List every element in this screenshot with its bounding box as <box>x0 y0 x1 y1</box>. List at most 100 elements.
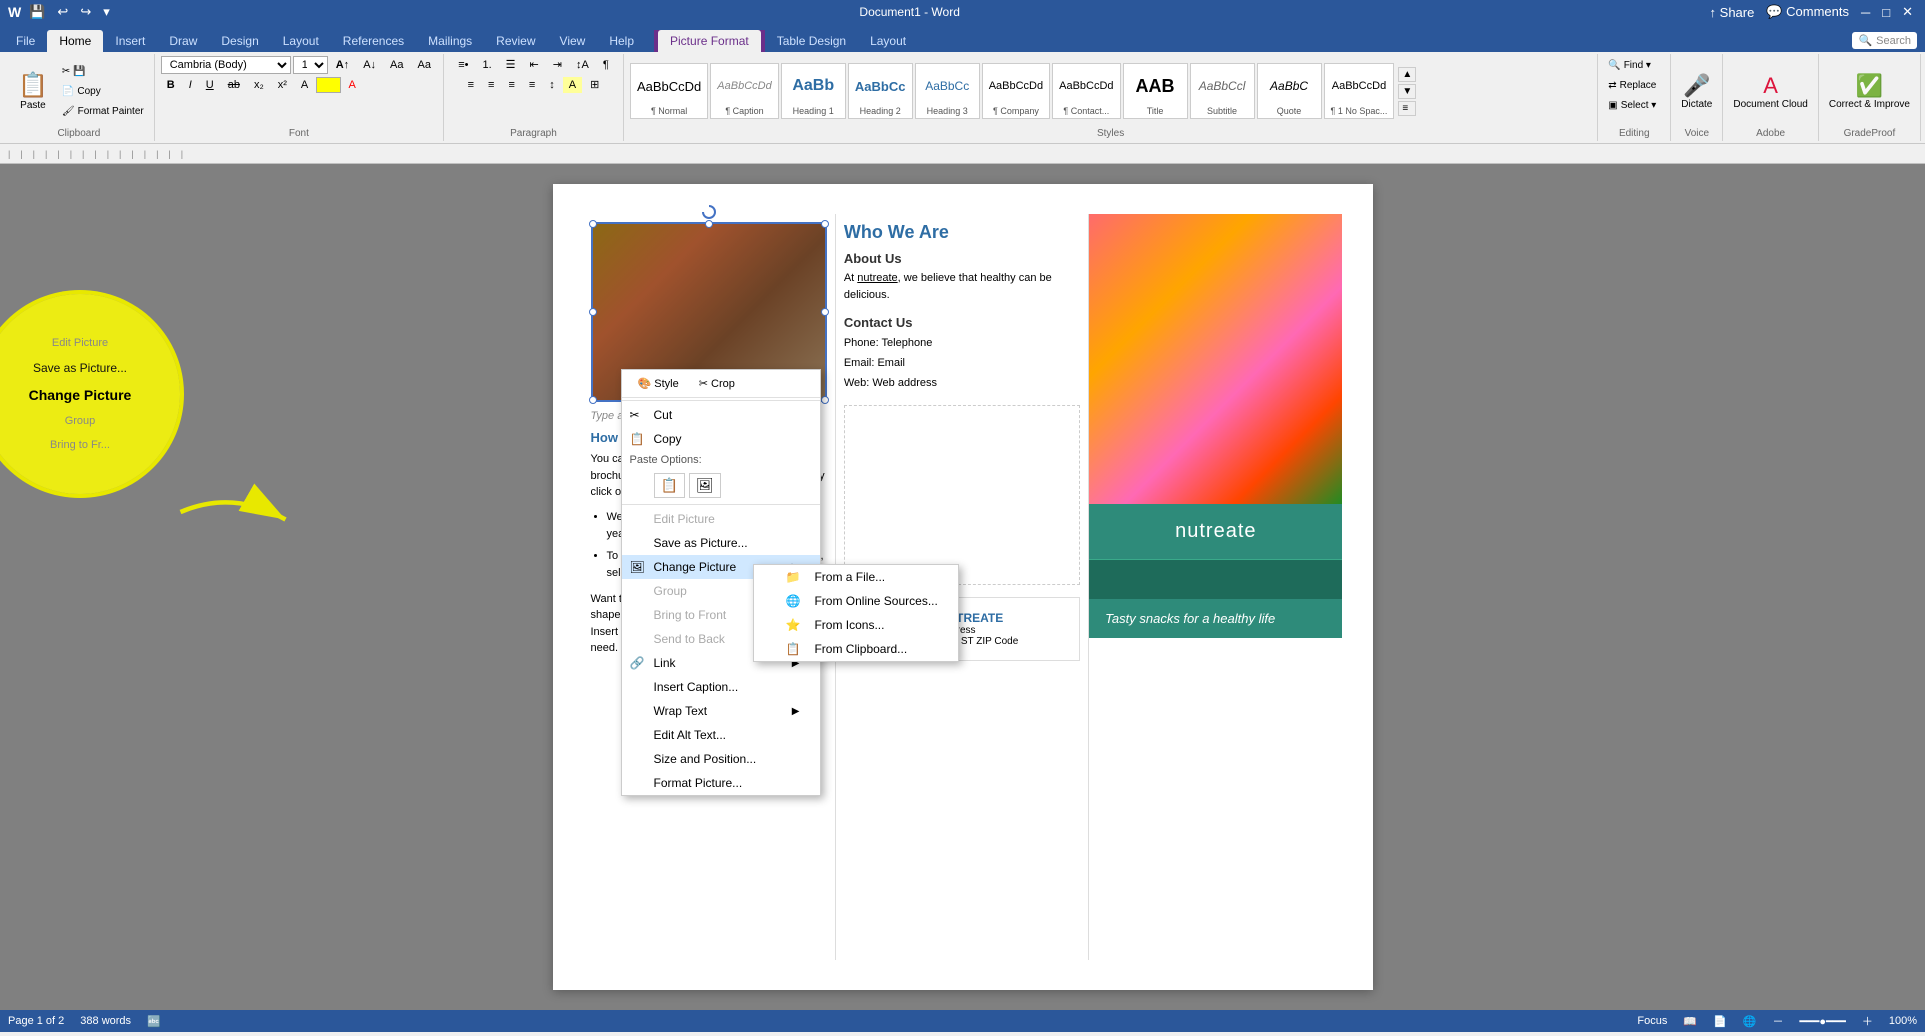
size-position-menu-item[interactable]: Size and Position... <box>622 747 820 771</box>
line-spacing-btn[interactable]: ↕ <box>543 77 561 93</box>
handle-tr[interactable] <box>821 220 829 228</box>
style-normal[interactable]: AaBbCcDd ¶ Normal <box>630 63 708 119</box>
justify-btn[interactable]: ≡ <box>523 77 541 93</box>
tab-layout[interactable]: Layout <box>271 30 331 52</box>
select-btn[interactable]: ▣Select ▾ <box>1604 96 1664 114</box>
tab-table-design[interactable]: Table Design <box>765 30 858 52</box>
correct-improve-btn[interactable]: ✅ Correct & Improve <box>1825 61 1914 121</box>
cut-btn[interactable]: ✂ 💾 <box>58 62 148 80</box>
font-name-select[interactable]: Cambria (Body) <box>161 56 291 74</box>
paste-keep-source[interactable]: 📋 <box>654 473 685 498</box>
font-size-select[interactable]: 11 <box>293 56 328 74</box>
redo-qat-btn[interactable]: ↪ <box>76 2 95 22</box>
dictate-btn[interactable]: 🎤 Dictate <box>1677 61 1716 121</box>
style-title[interactable]: AAB Title <box>1123 63 1188 119</box>
share-btn[interactable]: ↑ Share <box>1706 3 1759 22</box>
shading-btn[interactable]: A <box>563 77 582 93</box>
web-layout-btn[interactable]: 🌐 <box>1743 1015 1757 1028</box>
close-btn[interactable]: ✕ <box>1898 2 1917 22</box>
tab-review[interactable]: Review <box>484 30 547 52</box>
insert-caption-menu-item[interactable]: Insert Caption... <box>622 675 820 699</box>
decrease-indent-btn[interactable]: ⇤ <box>524 56 545 73</box>
tab-mailings[interactable]: Mailings <box>416 30 484 52</box>
zoom-in-btn[interactable]: ＋ <box>1862 1013 1873 1029</box>
style-quote[interactable]: AaBbC Quote <box>1257 63 1322 119</box>
handle-tl[interactable] <box>589 220 597 228</box>
style-caption[interactable]: AaBbCcDd ¶ Caption <box>710 63 778 119</box>
wrap-text-menu-item[interactable]: Wrap Text ▶ <box>622 699 820 723</box>
read-mode-btn[interactable]: 📖 <box>1683 1015 1697 1028</box>
underline-btn[interactable]: U <box>200 77 220 93</box>
tab-picture-format[interactable]: Picture Format <box>658 30 761 52</box>
show-hide-btn[interactable]: ¶ <box>597 57 615 73</box>
increase-indent-btn[interactable]: ⇥ <box>547 56 568 73</box>
copy-btn[interactable]: 📄 Copy <box>58 82 148 100</box>
from-online-item[interactable]: 🌐 From Online Sources... <box>754 589 958 613</box>
format-picture-menu-item[interactable]: Format Picture... <box>622 771 820 795</box>
paste-picture[interactable]: 🖼 <box>689 473 721 498</box>
comments-btn[interactable]: 💬 Comments <box>1762 2 1853 22</box>
font-grow-btn[interactable]: A↑ <box>330 57 355 73</box>
handle-br[interactable] <box>821 396 829 404</box>
text-highlight-btn[interactable]: ab <box>316 77 340 93</box>
align-center-btn[interactable]: ≡ <box>482 77 500 93</box>
tab-help[interactable]: Help <box>597 30 646 52</box>
font-shrink-btn[interactable]: A↓ <box>357 57 382 73</box>
cut-menu-item[interactable]: ✂ Cut <box>622 403 820 427</box>
tab-view[interactable]: View <box>548 30 598 52</box>
italic-btn[interactable]: I <box>183 77 198 93</box>
circle-change-picture[interactable]: Change Picture <box>0 381 160 409</box>
zoom-slider[interactable]: ━━━●━━━ <box>1799 1015 1845 1028</box>
find-btn[interactable]: 🔍Find ▾ <box>1604 56 1664 74</box>
paste-btn[interactable]: 📋 Paste <box>10 61 56 121</box>
handle-ml[interactable] <box>589 308 597 316</box>
document-cloud-btn[interactable]: A Document Cloud <box>1729 61 1811 121</box>
maximize-btn[interactable]: □ <box>1878 3 1894 22</box>
numbering-btn[interactable]: 1. <box>476 57 497 73</box>
search-box[interactable]: 🔍 Search <box>1852 32 1917 49</box>
align-right-btn[interactable]: ≡ <box>502 77 520 93</box>
from-file-item[interactable]: 📁 From a File... <box>754 565 958 589</box>
crop-header-btn[interactable]: ✂ Crop <box>691 374 743 393</box>
strikethrough-btn[interactable]: ab <box>222 77 246 93</box>
style-heading2[interactable]: AaBbCc Heading 2 <box>848 63 913 119</box>
print-layout-btn[interactable]: 📄 <box>1713 1015 1727 1028</box>
edit-picture-menu-item[interactable]: Edit Picture <box>622 507 820 531</box>
focus-btn[interactable]: Focus <box>1637 1015 1667 1027</box>
bold-btn[interactable]: B <box>161 77 181 93</box>
bullets-btn[interactable]: ≡• <box>452 57 474 73</box>
sort-btn[interactable]: ↕A <box>570 57 595 73</box>
borders-btn[interactable]: ⊞ <box>584 76 605 93</box>
style-company[interactable]: AaBbCcDd ¶ Company <box>982 63 1050 119</box>
font-color-btn[interactable]: A <box>343 77 362 93</box>
tab-design[interactable]: Design <box>209 30 270 52</box>
text-case-btn[interactable]: Aa <box>412 57 437 73</box>
zoom-out-btn[interactable]: － <box>1772 1013 1783 1029</box>
from-clipboard-item[interactable]: 📋 From Clipboard... <box>754 637 958 661</box>
save-as-picture-menu-item[interactable]: Save as Picture... <box>622 531 820 555</box>
style-header-btn[interactable]: 🎨 Style <box>630 374 687 393</box>
tab-file[interactable]: File <box>4 30 47 52</box>
tab-home[interactable]: Home <box>47 30 103 52</box>
superscript-btn[interactable]: x² <box>272 77 293 93</box>
style-subtitle[interactable]: AaBbCcl Subtitle <box>1190 63 1255 119</box>
edit-alt-text-menu-item[interactable]: Edit Alt Text... <box>622 723 820 747</box>
style-heading1[interactable]: AaBb Heading 1 <box>781 63 846 119</box>
format-painter-btn[interactable]: 🖌 Format Painter <box>58 102 148 120</box>
handle-bl[interactable] <box>589 396 597 404</box>
qat-customize-btn[interactable]: ▾ <box>99 2 114 22</box>
from-icons-item[interactable]: ⭐ From Icons... <box>754 613 958 637</box>
undo-qat-btn[interactable]: ↩ <box>53 2 72 22</box>
tab-insert[interactable]: Insert <box>103 30 157 52</box>
save-qat-btn[interactable]: 💾 <box>25 2 49 22</box>
style-heading3[interactable]: AaBbCc Heading 3 <box>915 63 980 119</box>
minimize-btn[interactable]: ─ <box>1857 3 1874 22</box>
subscript-btn[interactable]: x₂ <box>248 77 270 93</box>
align-left-btn[interactable]: ≡ <box>462 77 480 93</box>
styles-scroll-up[interactable]: ▲ ▼ ≡ <box>1396 65 1418 118</box>
style-nospace[interactable]: AaBbCcDd ¶ 1 No Spac... <box>1324 63 1395 119</box>
handle-mr[interactable] <box>821 308 829 316</box>
clear-format-btn[interactable]: Aa <box>384 57 409 73</box>
text-effects-btn[interactable]: A <box>295 77 314 93</box>
multilevel-btn[interactable]: ☰ <box>500 56 522 73</box>
